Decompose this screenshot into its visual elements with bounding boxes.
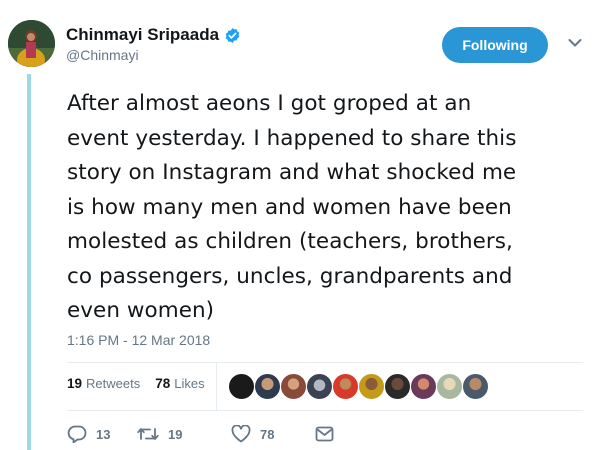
like-count: 78 <box>260 426 275 442</box>
liker-avatar[interactable] <box>410 373 437 400</box>
divider <box>67 410 583 411</box>
liker-avatar[interactable] <box>254 373 281 400</box>
message-button[interactable] <box>315 426 343 442</box>
stats-separator <box>216 362 217 410</box>
tweet-actions: 13 19 78 <box>67 425 343 443</box>
liker-avatar[interactable] <box>384 373 411 400</box>
reply-count: 13 <box>96 426 111 442</box>
profile-photo-icon <box>8 20 55 67</box>
likes-count[interactable]: 78 <box>155 376 170 391</box>
retweets-label[interactable]: Retweets <box>86 376 140 391</box>
liker-avatar[interactable] <box>228 373 255 400</box>
following-button[interactable]: Following <box>442 27 548 63</box>
liker-avatar[interactable] <box>306 373 333 400</box>
verified-badge-icon <box>225 27 240 43</box>
retweet-count: 19 <box>168 426 183 442</box>
tweet-text: After almost aeons I got groped at an ev… <box>67 91 517 323</box>
liker-avatar[interactable] <box>280 373 307 400</box>
tweet-header: Chinmayi Sripaada @Chinmayi <box>66 26 241 63</box>
liker-avatar[interactable] <box>436 373 463 400</box>
liker-avatars <box>228 373 489 400</box>
thread-line <box>27 74 31 450</box>
likes-label[interactable]: Likes <box>174 376 204 391</box>
like-button[interactable]: 78 <box>231 425 315 443</box>
chevron-down-icon[interactable] <box>568 38 582 48</box>
liker-avatar[interactable] <box>462 373 489 400</box>
heart-icon <box>231 425 251 443</box>
retweet-icon <box>137 428 159 440</box>
liker-avatar[interactable] <box>332 373 359 400</box>
tweet-stats: 19 Retweets 78 Likes <box>67 376 205 391</box>
author-name[interactable]: Chinmayi Sripaada <box>66 26 219 44</box>
divider <box>67 362 583 363</box>
envelope-icon <box>315 426 334 442</box>
author-avatar[interactable] <box>8 20 55 67</box>
retweet-button[interactable]: 19 <box>137 426 231 442</box>
tweet-timestamp[interactable]: 1:16 PM - 12 Mar 2018 <box>67 332 210 348</box>
reply-icon <box>67 425 87 443</box>
author-handle[interactable]: @Chinmayi <box>66 47 241 63</box>
reply-button[interactable]: 13 <box>67 425 137 443</box>
liker-avatar[interactable] <box>358 373 385 400</box>
retweets-count[interactable]: 19 <box>67 376 82 391</box>
